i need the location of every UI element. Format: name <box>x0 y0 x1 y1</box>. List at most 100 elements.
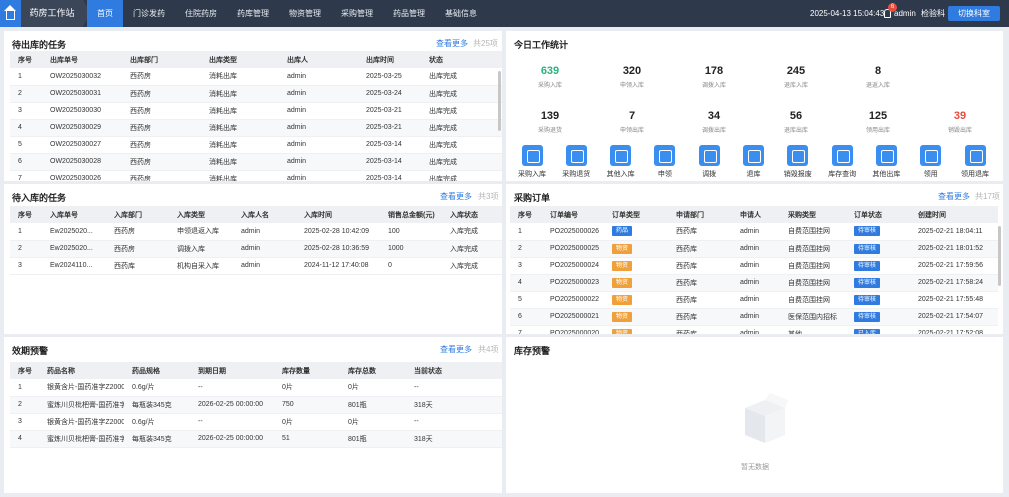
stat-number: 125 <box>868 110 888 122</box>
table-cell: 2025-02-21 18:04:11 <box>910 223 998 241</box>
table-row[interactable]: 2 PO2025000025 物资 西药库 admin 自费范围挂网 待审核 2025-02-… <box>510 240 998 258</box>
quick-action-label: 库存查询 <box>828 171 857 178</box>
table-cell: Ew2025020... <box>42 240 106 258</box>
table-row[interactable]: 3 Ew2024110... 西药库 机构自采入库 admin 2024-11-12 17… <box>10 257 502 275</box>
column-header: 订单类型 <box>604 206 668 223</box>
table-cell: OW2025030030 <box>42 102 122 120</box>
table-cell: 西药库 <box>668 325 732 334</box>
table-row[interactable]: 1 Ew2025020... 西药房 申领退返入库 admin 2025-02-28 10… <box>10 223 502 241</box>
table-row[interactable]: 4蜜炼川贝枇杷膏-国药准字Z...每瓶装345克2026-02-25 00:00… <box>10 430 502 448</box>
table-cell: 西药库 <box>668 274 732 292</box>
stat-label: 采购退货 <box>537 128 562 134</box>
table-row[interactable]: 2蜜炼川贝枇杷膏-国药准字Z...每瓶装345克2026-02-25 00:00… <box>10 396 502 414</box>
table-cell: 待审核 <box>846 291 910 309</box>
table-cell: 西药房 <box>122 136 201 154</box>
outbound-view-more-link[interactable]: 查看更多 <box>436 38 468 49</box>
table-row[interactable]: 7 OW2025030026 西药房 消耗出库 admin 2025-03-14 出库完成 <box>10 170 502 181</box>
quick-action-button[interactable]: 采购入库 <box>512 145 552 179</box>
table-row[interactable]: 7 PO2025000020 物资 西药库 admin 其他 已入库 2025-02-21 1… <box>510 325 998 334</box>
column-header: 订单状态 <box>846 206 910 223</box>
table-cell: 入库完成 <box>442 257 502 275</box>
table-cell: admin <box>732 308 780 326</box>
table-row[interactable]: 3 PO2025000024 物资 西药库 admin 自费范围挂网 待审核 2025-02-… <box>510 257 998 275</box>
nav-home[interactable]: 首页 <box>87 0 123 27</box>
table-row[interactable]: 6 OW2025030028 西药房 消耗出库 admin 2025-03-14 出库完成 <box>10 153 502 171</box>
nav-purchase[interactable]: 采购管理 <box>331 0 383 27</box>
stat-item[interactable]: 34 调拨出库 <box>684 110 744 134</box>
table-cell: 0.6g/片 <box>124 413 190 431</box>
table-row[interactable]: 3 OW2025030030 西药房 消耗出库 admin 2025-03-21 出库完成 <box>10 102 502 120</box>
column-header: 入库部门 <box>106 206 169 223</box>
stat-item[interactable]: 39 销毁出库 <box>930 110 990 134</box>
table-cell: 消耗出库 <box>201 102 279 120</box>
nav-outpatient-dispense[interactable]: 门诊发药 <box>123 0 175 27</box>
table-cell: 750 <box>274 396 340 414</box>
stat-item[interactable]: 178 调拨入库 <box>684 65 744 89</box>
table-row[interactable]: 2 Ew2025020... 西药房 调拨入库 admin 2025-02-28 10:3… <box>10 240 502 258</box>
status-badge: 待审核 <box>854 260 881 271</box>
stat-item[interactable]: 125 领用出库 <box>848 110 908 134</box>
stat-item[interactable]: 320 申领入库 <box>602 65 662 89</box>
table-cell: admin <box>279 170 358 181</box>
quick-action-icon <box>610 145 632 166</box>
quick-action-button[interactable]: 销毁报废 <box>778 145 818 179</box>
column-header: 采购类型 <box>780 206 846 223</box>
table-cell: 西药房 <box>122 102 201 120</box>
inbound-view-more-link[interactable]: 查看更多 <box>440 191 472 202</box>
nav-warehouse[interactable]: 药库管理 <box>227 0 279 27</box>
nav-materials[interactable]: 物资管理 <box>279 0 331 27</box>
table-row[interactable]: 4 OW2025030029 西药房 消耗出库 admin 2025-03-21 出库完成 <box>10 119 502 137</box>
purchase-scrollbar[interactable] <box>998 226 1001 286</box>
purchase-order-panel: 采购订单 查看更多 共17项 序号 订单编号 订单类型 申请部门 申请人 采购类… <box>506 184 1003 334</box>
quick-action-button[interactable]: 退库 <box>734 145 774 179</box>
outbound-scrollbar[interactable] <box>498 71 501 131</box>
home-button[interactable] <box>0 0 21 27</box>
status-badge: 待审核 <box>854 311 881 322</box>
nav-drugs[interactable]: 药品管理 <box>383 0 435 27</box>
stat-item[interactable]: 139 采购退货 <box>520 110 580 134</box>
stat-number: 139 <box>540 110 560 122</box>
table-row[interactable]: 5 OW2025030027 西药房 消耗出库 admin 2025-03-14 出库完成 <box>10 136 502 154</box>
table-row[interactable]: 1银黄含片-国药准字Z200000...0.6g/片--0片0片-- <box>10 379 502 397</box>
user-name[interactable]: admin <box>894 0 916 27</box>
table-row[interactable]: 1 PO2025000026 药品 西药库 admin 自费范围挂网 待审核 2025-02-… <box>510 223 998 241</box>
switch-department-button[interactable]: 切换科室 <box>948 6 1000 21</box>
table-cell: 西药房 <box>122 68 201 86</box>
table-cell: 银黄含片-国药准字Z200000... <box>39 379 124 397</box>
daily-stats-panel: 今日工作统计 639 采购入库 320 申领入库 178 调拨入库 245 退库入库 8 退返入库… <box>506 31 1003 181</box>
quick-action-button[interactable]: 领用退库 <box>955 145 995 179</box>
table-row[interactable]: 2 OW2025030031 西药房 消耗出库 admin 2025-03-24 出库完成 <box>10 85 502 103</box>
table-row[interactable]: 5 PO2025000022 物资 西药库 admin 自费范围挂网 待审核 2025-02-… <box>510 291 998 309</box>
expiry-view-more-link[interactable]: 查看更多 <box>440 344 472 355</box>
quick-action-button[interactable]: 调拨 <box>689 145 729 179</box>
quick-action-button[interactable]: 库存查询 <box>822 145 862 179</box>
table-cell: 2025-02-21 17:52:08 <box>910 325 998 334</box>
purchase-total-count: 共17项 <box>975 192 1000 201</box>
stat-item[interactable]: 245 退库入库 <box>766 65 826 89</box>
stat-item[interactable]: 7 申领出库 <box>602 110 662 134</box>
table-row[interactable]: 4 PO2025000023 物资 西药库 admin 自费范围挂网 待审核 2025-02-… <box>510 274 998 292</box>
stat-item[interactable]: 56 退库出库 <box>766 110 826 134</box>
stat-item[interactable]: 8 退返入库 <box>848 65 908 89</box>
quick-action-button[interactable]: 其他出库 <box>866 145 906 179</box>
table-row[interactable]: 3银黄含片-国药准字Z200000...0.6g/片--0片0片-- <box>10 413 502 431</box>
nav-basic-info[interactable]: 基础信息 <box>435 0 487 27</box>
table-cell: 自费范围挂网 <box>780 240 846 258</box>
purchase-view-more-link[interactable]: 查看更多 <box>938 191 970 202</box>
quick-action-button[interactable]: 采购退货 <box>556 145 596 179</box>
table-cell: 西药房 <box>106 240 169 258</box>
status-badge: 物资 <box>612 243 633 254</box>
stat-item[interactable]: 639 采购入库 <box>520 65 580 89</box>
table-cell: admin <box>732 291 780 309</box>
quick-action-button[interactable]: 其他入库 <box>601 145 641 179</box>
quick-action-icon <box>831 145 853 166</box>
quick-action-button[interactable]: 领用 <box>911 145 951 179</box>
table-row[interactable]: 6 PO2025000021 物资 西药库 admin 医保范围内招标 待审核 2025-02… <box>510 308 998 326</box>
nav-inpatient-pharmacy[interactable]: 住院药房 <box>175 0 227 27</box>
table-row[interactable]: 1 OW2025030032 西药房 消耗出库 admin 2025-03-25 出库完成 <box>10 68 502 86</box>
quick-action-button[interactable]: 申领 <box>645 145 685 179</box>
table-cell: OW2025030028 <box>42 153 122 171</box>
column-header: 入库状态 <box>442 206 502 223</box>
table-cell: -- <box>190 379 274 397</box>
table-cell: 801瓶 <box>340 396 406 414</box>
